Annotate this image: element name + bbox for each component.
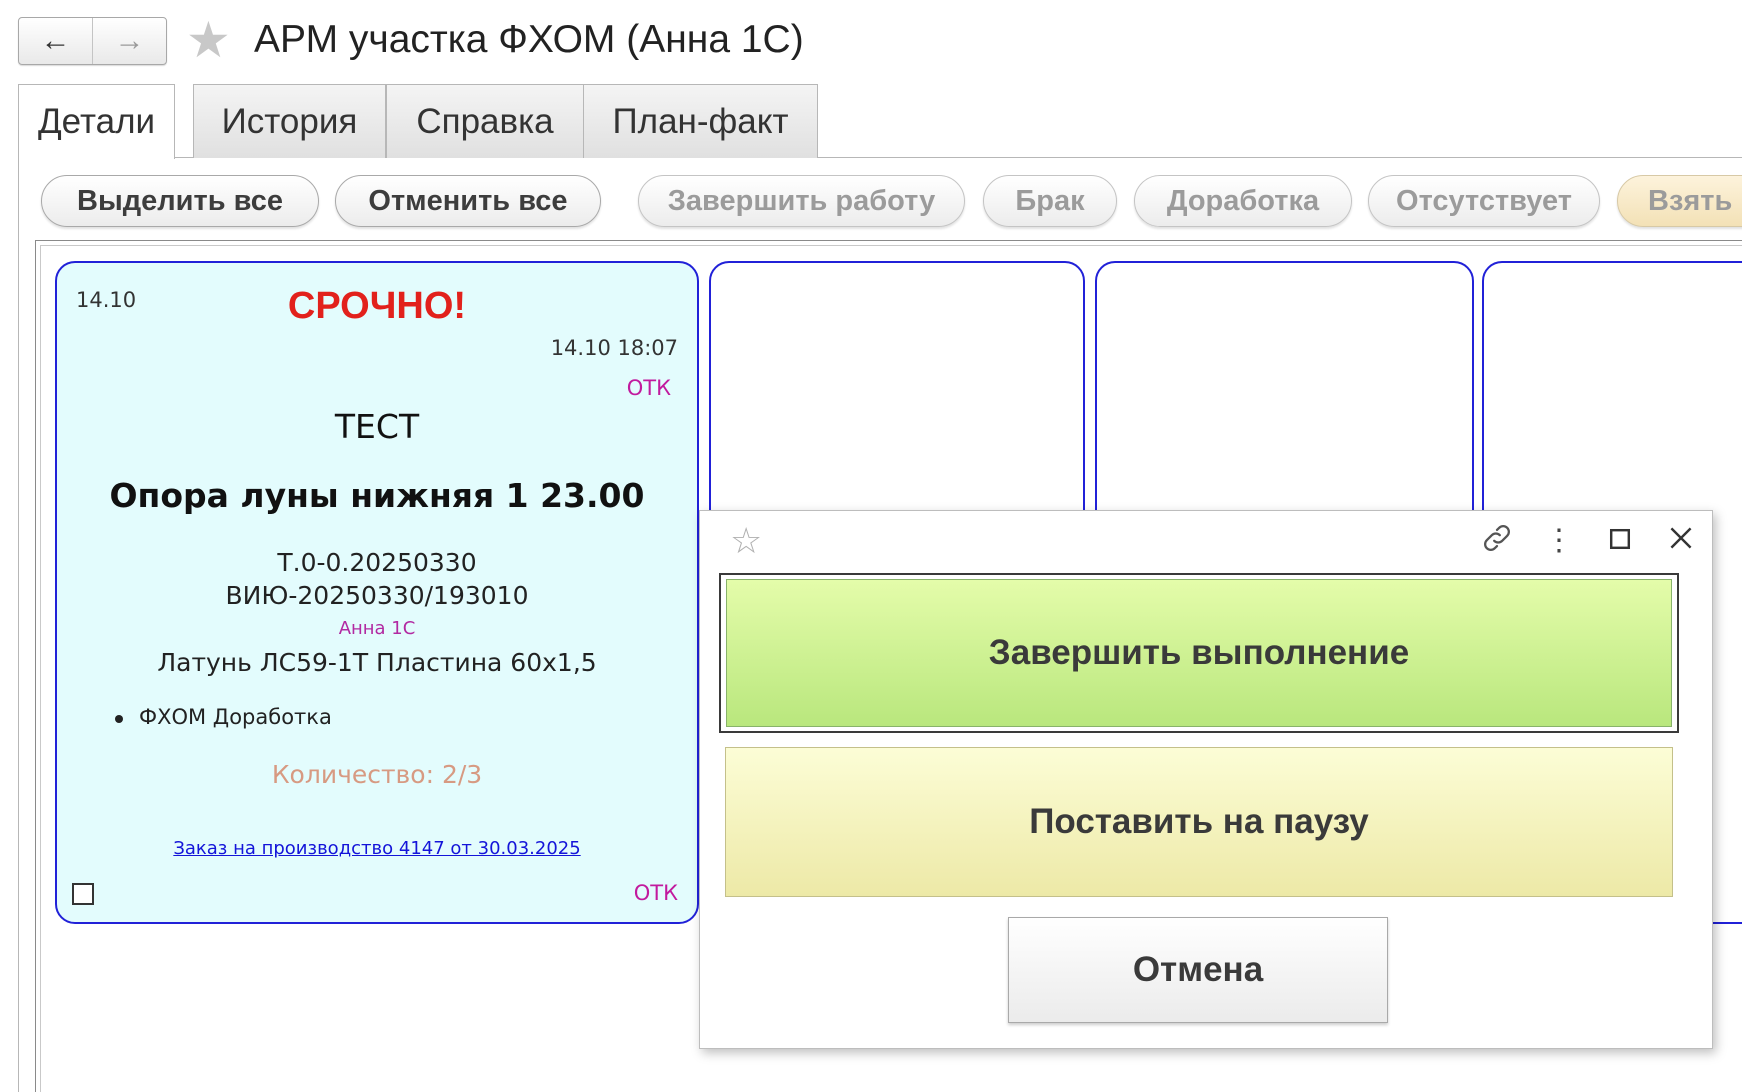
link-icon[interactable] — [1477, 521, 1517, 566]
take-button[interactable]: Взять в — [1617, 175, 1742, 227]
part-code: Т.0-0.20250330 — [277, 548, 477, 577]
cancel-button[interactable]: Отмена — [1008, 917, 1388, 1023]
tab-history[interactable]: История — [193, 84, 386, 158]
arrow-right-icon: → — [114, 24, 145, 57]
defect-button[interactable]: Брак — [983, 175, 1117, 227]
finish-work-button[interactable]: Завершить работу — [638, 175, 965, 227]
tab-details[interactable]: Детали — [18, 84, 175, 159]
window-title: АРМ участка ФХОМ (Анна 1С) — [254, 18, 804, 61]
rework-button[interactable]: Доработка — [1134, 175, 1352, 227]
maximize-icon[interactable] — [1600, 521, 1640, 561]
select-all-button[interactable]: Выделить все — [41, 175, 319, 227]
close-icon[interactable] — [1661, 521, 1701, 561]
otk-label-bottom: ОТК — [633, 881, 678, 905]
task-card[interactable]: 14.10 СРОЧНО! 14.10 18:07 ОТК ТЕСТ Опора… — [55, 261, 699, 924]
select-checkbox[interactable] — [72, 883, 94, 905]
absent-button[interactable]: Отсутствует — [1368, 175, 1600, 227]
finish-execution-button[interactable]: Завершить выполнение — [726, 579, 1672, 727]
favorite-star-icon[interactable]: ★ — [186, 15, 231, 65]
bullet-icon — [115, 715, 123, 723]
part-name: Опора луны нижняя 1 23.00 — [109, 476, 645, 515]
assigned-user: Анна 1С — [338, 618, 416, 639]
tab-plan-fact[interactable]: План-факт — [583, 84, 818, 158]
operation-label: ФХОМ Доработка — [139, 705, 332, 729]
card-datetime: 14.10 18:07 — [550, 336, 678, 360]
pause-button[interactable]: Поставить на паузу — [725, 747, 1673, 897]
back-button[interactable]: ← — [19, 18, 93, 64]
star-outline-icon[interactable]: ☆ — [730, 521, 762, 561]
arrow-left-icon: ← — [40, 24, 71, 57]
order-link[interactable]: Заказ на производство 4147 от 30.03.2025 — [57, 838, 697, 859]
tab-help[interactable]: Справка — [386, 84, 584, 158]
page-border — [18, 157, 19, 1092]
batch-code: ВИЮ-20250330/193010 — [225, 581, 529, 610]
more-vertical-icon[interactable]: ⋮ — [1539, 521, 1579, 561]
material: Латунь ЛС59-1Т Пластина 60х1,5 — [157, 648, 597, 677]
deselect-all-button[interactable]: Отменить все — [335, 175, 601, 227]
otk-label-top: ОТК — [626, 376, 671, 400]
urgent-label: СРОЧНО! — [287, 285, 467, 327]
operation-list-item: ФХОМ Доработка — [115, 705, 332, 729]
quantity: Количество: 2/3 — [271, 760, 483, 789]
nav-buttons: ← → — [18, 17, 167, 65]
action-dialog: ☆ ⋮ Завершить выполнение Поставить на па… — [699, 510, 1713, 1049]
forward-button[interactable]: → — [93, 18, 166, 64]
finish-button-focus: Завершить выполнение — [719, 573, 1679, 733]
card-title: ТЕСТ — [334, 407, 420, 446]
